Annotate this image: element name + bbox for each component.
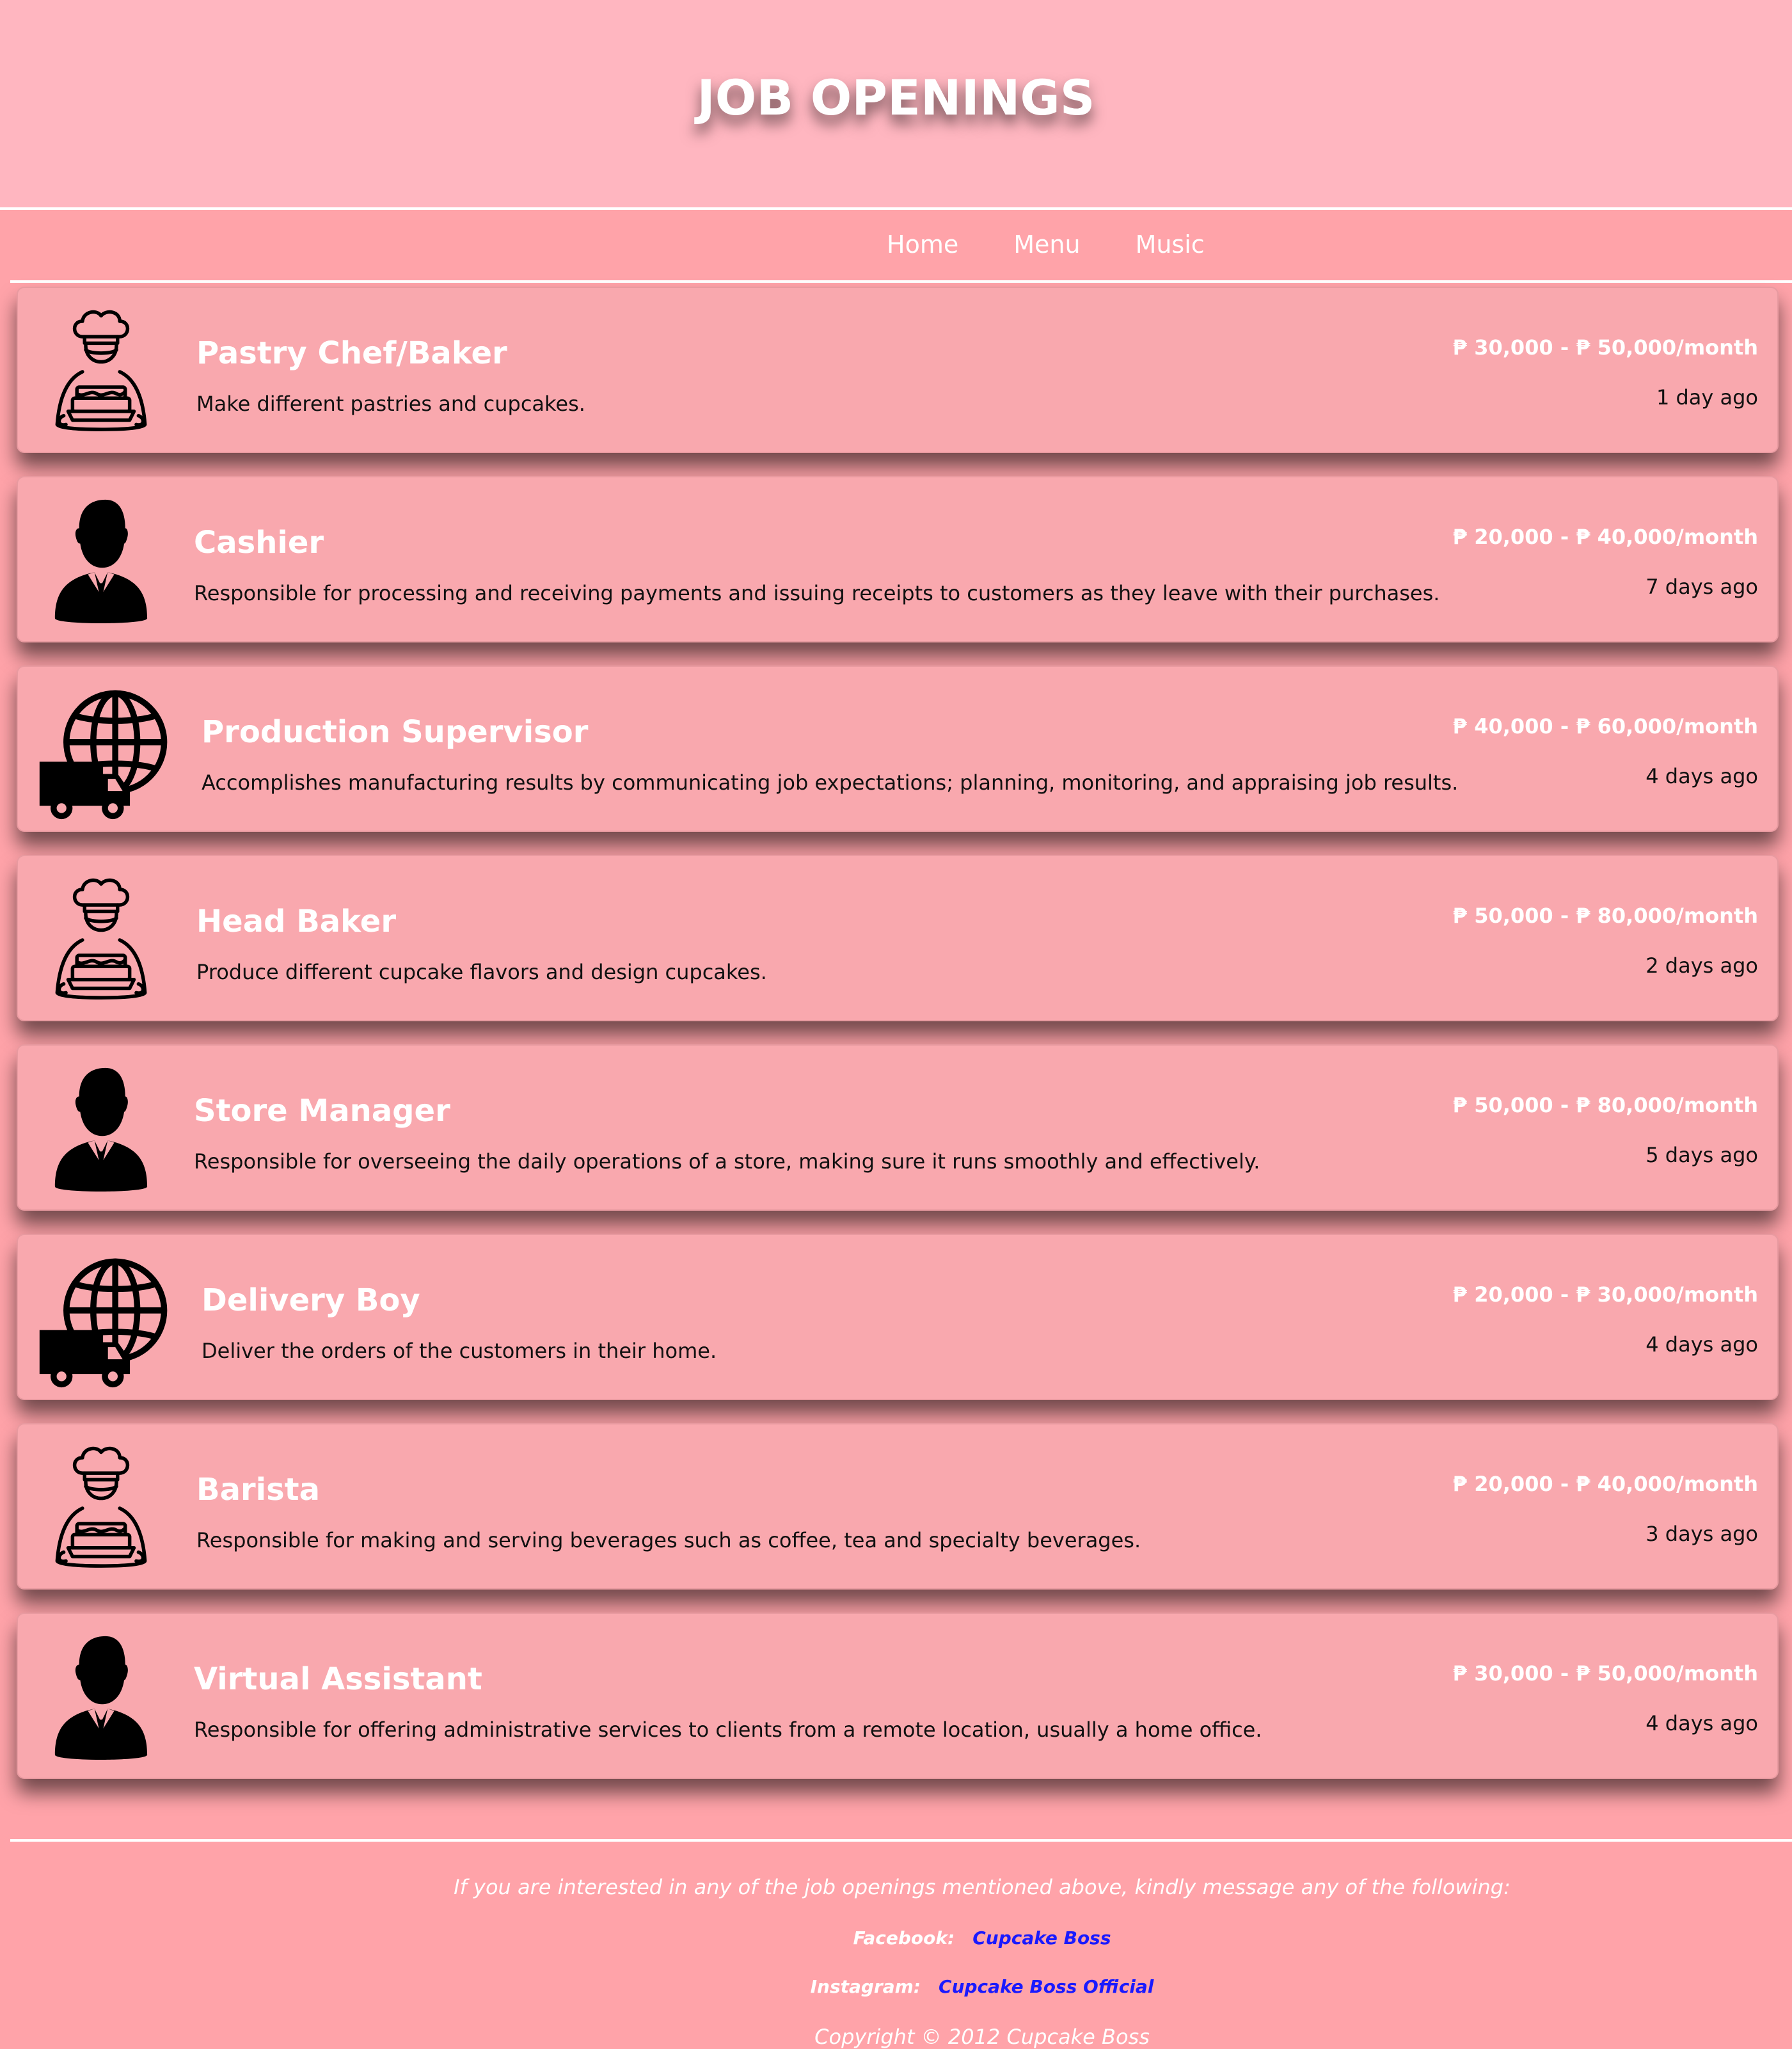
job-salary: ₱ 30,000 - ₱ 50,000/month xyxy=(1452,1661,1758,1686)
job-salary: ₱ 50,000 - ₱ 80,000/month xyxy=(1452,904,1758,928)
job-card[interactable]: Virtual Assistant Responsible for offerin… xyxy=(17,1613,1779,1779)
job-posted-time: 7 days ago xyxy=(1645,575,1758,599)
global-delivery-icon xyxy=(37,686,171,820)
job-card[interactable]: Store Manager Responsible for overseeing … xyxy=(17,1044,1779,1211)
facebook-label: Facebook: xyxy=(853,1927,955,1949)
page-header: JOB OPENINGS xyxy=(0,0,1792,209)
page-footer: If you are interested in any of the job … xyxy=(0,1843,1792,2049)
job-title: Pastry Chef/Baker xyxy=(196,335,507,371)
job-card[interactable]: Production Supervisor Accomplishes manufa… xyxy=(17,666,1779,832)
job-salary: ₱ 20,000 - ₱ 40,000/month xyxy=(1452,1472,1758,1496)
page-title: JOB OPENINGS xyxy=(697,69,1095,126)
job-salary: ₱ 20,000 - ₱ 30,000/month xyxy=(1452,1282,1758,1307)
job-card[interactable]: Cashier Responsible for processing and re… xyxy=(17,476,1779,642)
job-salary: ₱ 40,000 - ₱ 60,000/month xyxy=(1452,714,1758,738)
divider xyxy=(0,207,1792,210)
job-posted-time: 4 days ago xyxy=(1645,1711,1758,1735)
job-description: Responsible for making and serving bever… xyxy=(196,1528,1141,1552)
instagram-link[interactable]: Cupcake Boss Official xyxy=(939,1976,1154,1997)
businessman-icon xyxy=(44,1064,159,1195)
job-title: Delivery Boy xyxy=(202,1282,420,1318)
instagram-contact: Instagram: Cupcake Boss Official xyxy=(0,1976,1792,1997)
job-description: Make different pastries and cupcakes. xyxy=(196,392,585,416)
job-title: Head Baker xyxy=(196,904,397,939)
job-card[interactable]: Head Baker Produce different cupcake flav… xyxy=(17,855,1779,1021)
nav-menu[interactable]: Menu xyxy=(1013,230,1080,259)
job-description: Accomplishes manufacturing results by co… xyxy=(202,770,1459,795)
facebook-contact: Facebook: Cupcake Boss xyxy=(0,1927,1792,1949)
job-title: Virtual Assistant xyxy=(194,1661,482,1697)
copyright: Copyright © 2012 Cupcake Boss xyxy=(814,2025,1150,2049)
job-posted-time: 3 days ago xyxy=(1645,1522,1758,1546)
job-description: Responsible for processing and receiving… xyxy=(194,581,1440,605)
job-posted-time: 5 days ago xyxy=(1645,1143,1758,1167)
job-title: Production Supervisor xyxy=(202,714,589,750)
facebook-link[interactable]: Cupcake Boss xyxy=(972,1927,1111,1949)
job-description: Deliver the orders of the customers in t… xyxy=(202,1339,717,1363)
nav-home[interactable]: Home xyxy=(887,230,958,259)
divider xyxy=(10,280,1792,283)
chef-icon xyxy=(44,1442,159,1574)
job-card[interactable]: Pastry Chef/Baker Make different pastries… xyxy=(17,287,1779,453)
job-salary: ₱ 50,000 - ₱ 80,000/month xyxy=(1452,1093,1758,1117)
job-description: Responsible for overseeing the daily ope… xyxy=(194,1149,1260,1174)
job-salary: ₱ 30,000 - ₱ 50,000/month xyxy=(1452,335,1758,360)
job-card[interactable]: Delivery Boy Deliver the orders of the cu… xyxy=(17,1234,1779,1400)
job-description: Responsible for offering administrative … xyxy=(194,1718,1262,1742)
businessman-icon xyxy=(44,1632,159,1764)
job-posted-time: 4 days ago xyxy=(1645,1332,1758,1357)
job-posted-time: 4 days ago xyxy=(1645,764,1758,788)
global-delivery-icon xyxy=(37,1254,171,1389)
job-posted-time: 1 day ago xyxy=(1656,385,1758,410)
job-title: Store Manager xyxy=(194,1093,450,1129)
main-nav: Home Menu Music xyxy=(0,211,1792,282)
job-posted-time: 2 days ago xyxy=(1645,953,1758,978)
contact-note: If you are interested in any of the job … xyxy=(454,1875,1511,1899)
job-card[interactable]: Barista Responsible for making and servin… xyxy=(17,1423,1779,1590)
job-description: Produce different cupcake flavors and de… xyxy=(196,960,767,984)
businessman-icon xyxy=(44,495,159,627)
job-title: Barista xyxy=(196,1472,321,1508)
instagram-label: Instagram: xyxy=(810,1976,921,1997)
divider xyxy=(10,1839,1792,1842)
chef-icon xyxy=(44,306,159,438)
job-title: Cashier xyxy=(194,525,324,561)
job-salary: ₱ 20,000 - ₱ 40,000/month xyxy=(1452,525,1758,549)
chef-icon xyxy=(44,874,159,1006)
nav-music[interactable]: Music xyxy=(1136,230,1205,259)
